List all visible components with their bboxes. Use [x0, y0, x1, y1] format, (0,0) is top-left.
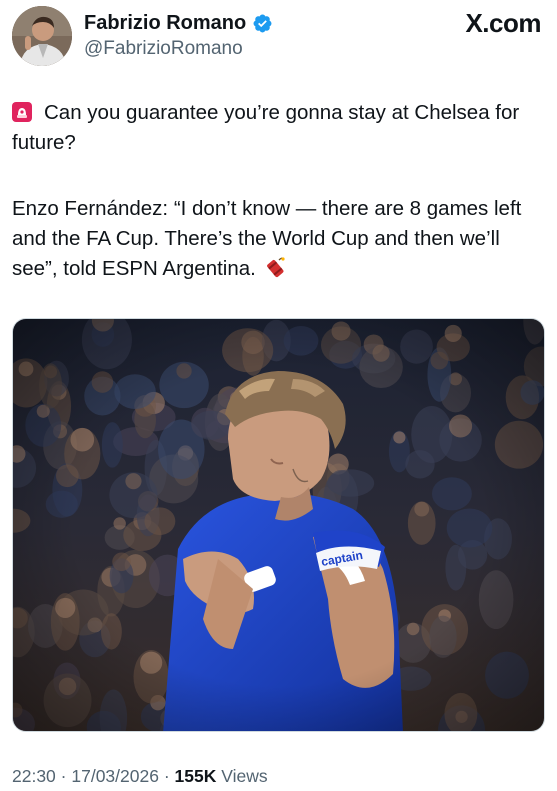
- tweet-body: Can you guarantee you’re gonna stay at C…: [12, 98, 542, 284]
- author-display-name[interactable]: Fabrizio Romano: [84, 12, 246, 35]
- tweet-time[interactable]: 22:30: [12, 766, 56, 786]
- tweet-quote-paragraph: Enzo Fernández: “I don’t know — there ar…: [12, 194, 542, 284]
- verified-badge-icon: [252, 13, 273, 34]
- views-count: 155K: [174, 766, 217, 786]
- author-handle[interactable]: @FabrizioRomano: [84, 38, 273, 60]
- meta-separator-2: ·: [163, 766, 170, 786]
- author-avatar[interactable]: [12, 6, 72, 66]
- tweet-question-paragraph: Can you guarantee you’re gonna stay at C…: [12, 98, 542, 158]
- tweet-media-photo[interactable]: captain: [12, 318, 545, 732]
- tweet-meta: 22:30 · 17/03/2026 · 155K Views: [12, 766, 268, 787]
- meta-separator: ·: [60, 766, 67, 786]
- tweet-header: Fabrizio Romano @FabrizioRomano X.com: [12, 6, 545, 70]
- tweet-date[interactable]: 17/03/2026: [71, 766, 159, 786]
- x-logo-brand[interactable]: X.com: [465, 8, 541, 39]
- avatar-photo: [12, 6, 72, 66]
- display-name-row: Fabrizio Romano: [84, 10, 273, 36]
- siren-icon: [12, 101, 32, 122]
- tweet-question-text: Can you guarantee you’re gonna stay at C…: [12, 101, 520, 154]
- author-info: Fabrizio Romano @FabrizioRomano: [84, 10, 273, 60]
- player-celebration-photo: captain: [13, 319, 544, 731]
- firecracker-icon: [262, 255, 286, 279]
- views-label: Views: [221, 766, 268, 786]
